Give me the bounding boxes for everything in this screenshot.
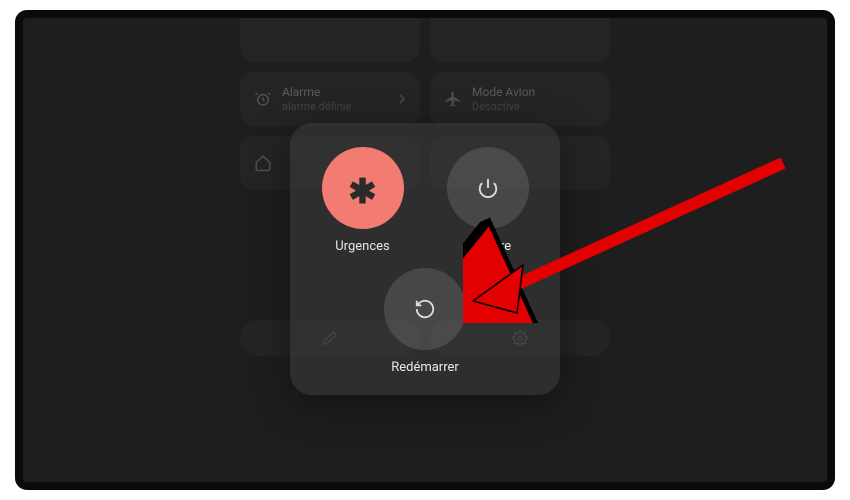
tile-unknown-left[interactable] [240, 10, 420, 62]
tile-alarm[interactable]: Alarme alarme définie [240, 72, 420, 126]
shutdown-label: Éteindre [464, 239, 511, 254]
tile-airplane-subtitle: Désactivé [472, 100, 535, 113]
asterisk-icon: ✱ [348, 175, 377, 209]
alarm-icon [254, 90, 272, 108]
device-frame: Alarme alarme définie Mode Avion [15, 10, 835, 490]
tile-airplane-title: Mode Avion [472, 85, 535, 99]
power-item-emergency: ✱ Urgences [310, 147, 415, 254]
power-item-shutdown: Éteindre [435, 147, 540, 254]
tile-unknown-right[interactable] [430, 10, 610, 62]
emergency-label: Urgences [335, 239, 390, 254]
restart-icon [414, 298, 436, 320]
power-icon [477, 177, 499, 199]
tile-alarm-title: Alarme [282, 85, 351, 99]
power-menu: ✱ Urgences Éteindre Redémarrer [290, 123, 560, 395]
power-item-restart: Redémarrer [310, 268, 540, 375]
chevron-right-icon [398, 93, 406, 105]
shutdown-button[interactable] [447, 147, 529, 229]
home-icon [254, 154, 272, 172]
emergency-button[interactable]: ✱ [322, 147, 404, 229]
restart-label: Redémarrer [391, 360, 459, 375]
tile-airplane[interactable]: Mode Avion Désactivé [430, 72, 610, 126]
airplane-icon [444, 90, 462, 108]
restart-button[interactable] [384, 268, 466, 350]
tile-alarm-subtitle: alarme définie [282, 100, 351, 113]
